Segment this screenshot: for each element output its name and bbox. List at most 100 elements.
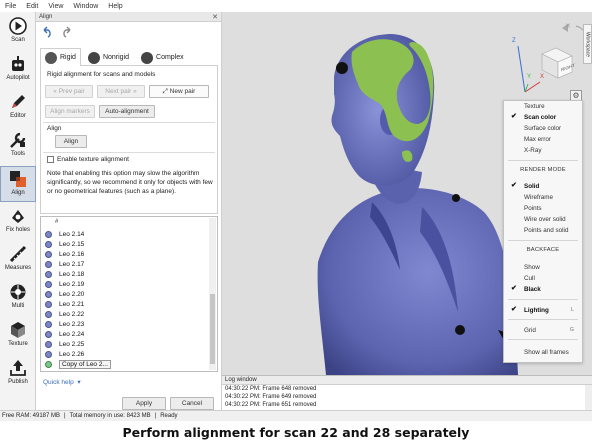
tool-editor[interactable]: Editor [0, 90, 36, 126]
menu-window[interactable]: Window [68, 3, 103, 10]
visibility-dot[interactable] [45, 350, 52, 358]
list-item[interactable]: Leo 2.14 [41, 229, 209, 239]
tool-tools[interactable]: Tools [0, 128, 36, 164]
next-pair-label: Next pair [105, 88, 132, 95]
visibility-dot[interactable] [45, 290, 52, 298]
scan-name: Leo 2.16 [59, 250, 85, 258]
checkmark-icon: ✔ [511, 113, 517, 120]
menu-item-lighting[interactable]: ✔ Lighting L [504, 305, 582, 315]
tool-publish[interactable]: Publish [0, 356, 36, 392]
menu-item-black[interactable]: ✔ Black [504, 284, 582, 294]
list-item[interactable]: Leo 2.16 [41, 249, 209, 259]
close-icon[interactable]: ✕ [212, 13, 218, 21]
undo-icon[interactable] [41, 26, 53, 38]
visibility-dot[interactable] [45, 280, 52, 288]
tab-label: Rigid [60, 54, 76, 61]
tab-rigid[interactable]: Rigid [40, 48, 81, 66]
visibility-dot[interactable] [45, 300, 52, 308]
apply-button[interactable]: Apply [122, 397, 166, 410]
list-item[interactable]: Leo 2.18 [41, 269, 209, 279]
next-pair-button[interactable]: Next pair » [97, 85, 145, 98]
menu-item-points-and-solid[interactable]: Points and solid [504, 225, 582, 235]
menu-item-show[interactable]: Show [504, 262, 582, 272]
menu-item-cull[interactable]: Cull [504, 273, 582, 283]
log-line: 04:30:22 PM: Frame 649 removed [225, 394, 317, 400]
workspace-tab[interactable]: Workspace [583, 24, 592, 64]
log-scrollbar[interactable] [585, 385, 592, 411]
visibility-dot[interactable] [45, 260, 52, 268]
menu-item-label: Texture [524, 102, 545, 110]
list-item[interactable]: Leo 2.23 [41, 319, 209, 329]
tool-fix-holes[interactable]: Fix holes [0, 204, 36, 240]
visibility-dot[interactable] [45, 240, 52, 248]
menu-item-scan-color[interactable]: ✔ Scan color [504, 112, 582, 122]
menu-item-x-ray[interactable]: X-Ray [504, 145, 582, 155]
tab-label: Nonrigid [102, 54, 130, 61]
prev-pair-button[interactable]: « Prev pair [45, 85, 93, 98]
align-button[interactable]: Align [55, 135, 87, 148]
tool-label: Tools [10, 151, 25, 157]
menu-help[interactable]: Help [103, 3, 127, 10]
menu-item-label: Black [524, 285, 541, 293]
list-item[interactable]: Leo 2.20 [41, 289, 209, 299]
scrollbar-thumb[interactable] [210, 294, 215, 364]
visibility-dot[interactable] [45, 360, 52, 368]
tool-label: Measures [4, 265, 32, 271]
list-item[interactable]: Leo 2.21 [41, 299, 209, 309]
align-markers-button[interactable]: Align markers [45, 105, 95, 118]
list-item[interactable]: Leo 2.15 [41, 239, 209, 249]
chevron-down-icon: ▾ [75, 379, 81, 386]
menu-edit[interactable]: Edit [21, 3, 43, 10]
visibility-dot[interactable] [45, 330, 52, 338]
visibility-dot[interactable] [45, 340, 52, 348]
menu-view[interactable]: View [43, 3, 68, 10]
menu-item-show-all-frames[interactable]: Show all frames [504, 347, 582, 357]
rigid-subtitle: Rigid alignment for scans and models [47, 71, 156, 78]
tool-texture[interactable]: Texture [0, 318, 36, 354]
list-item[interactable]: Leo 2.26 [41, 349, 209, 359]
list-item[interactable]: Leo 2.25 [41, 339, 209, 349]
tab-complex[interactable]: Complex [136, 48, 189, 66]
status-divider: | [64, 413, 66, 419]
visibility-dot[interactable] [45, 310, 52, 318]
tool-multi[interactable]: Multi [0, 280, 36, 316]
tab-nonrigid[interactable]: Nonrigid [83, 48, 134, 66]
tool-scan[interactable]: Scan [0, 14, 36, 50]
visibility-dot[interactable] [45, 250, 52, 258]
list-item[interactable]: Copy of Leo 2... [41, 359, 209, 369]
auto-alignment-button[interactable]: Auto-alignment [99, 105, 155, 118]
menu-item-solid[interactable]: ✔ Solid [504, 181, 582, 191]
menu-item-label: X-Ray [524, 146, 542, 154]
menu-item-wire-over-solid[interactable]: Wire over solid [504, 214, 582, 224]
divider [43, 122, 215, 123]
new-pair-button[interactable]: ⤢ New pair [149, 85, 209, 98]
tool-align[interactable]: Align [0, 166, 36, 202]
close-view-icon[interactable]: ✕ [565, 22, 571, 30]
tool-measures[interactable]: Measures [0, 242, 36, 278]
list-scrollbar[interactable] [209, 218, 216, 370]
menu-item-grid[interactable]: Grid G [504, 325, 582, 335]
align-icon [10, 171, 26, 187]
undo-redo-group [41, 26, 73, 38]
visibility-dot[interactable] [45, 270, 52, 278]
menu-file[interactable]: File [0, 3, 21, 10]
menu-item-texture[interactable]: Texture [504, 101, 582, 111]
list-item[interactable]: Leo 2.19 [41, 279, 209, 289]
list-item[interactable]: Leo 2.24 [41, 329, 209, 339]
quick-help-link[interactable]: Quick help ▾ [43, 378, 81, 386]
list-item[interactable]: Leo 2.22 [41, 309, 209, 319]
menu-item-wireframe[interactable]: Wireframe [504, 192, 582, 202]
menu-divider [508, 299, 578, 300]
align-tabs: Rigid Nonrigid Complex [40, 48, 218, 66]
texture-alignment-checkbox[interactable] [47, 156, 54, 163]
list-item[interactable]: Leo 2.17 [41, 259, 209, 269]
visibility-dot[interactable] [45, 320, 52, 328]
menu-item-max-error[interactable]: Max error [504, 134, 582, 144]
shortcut-key: L [570, 307, 574, 313]
visibility-dot[interactable] [45, 230, 52, 238]
cancel-button[interactable]: Cancel [170, 397, 214, 410]
tool-autopilot[interactable]: Autopilot [0, 52, 36, 88]
redo-icon[interactable] [61, 26, 73, 38]
menu-item-surface-color[interactable]: Surface color [504, 123, 582, 133]
menu-item-points[interactable]: Points [504, 203, 582, 213]
